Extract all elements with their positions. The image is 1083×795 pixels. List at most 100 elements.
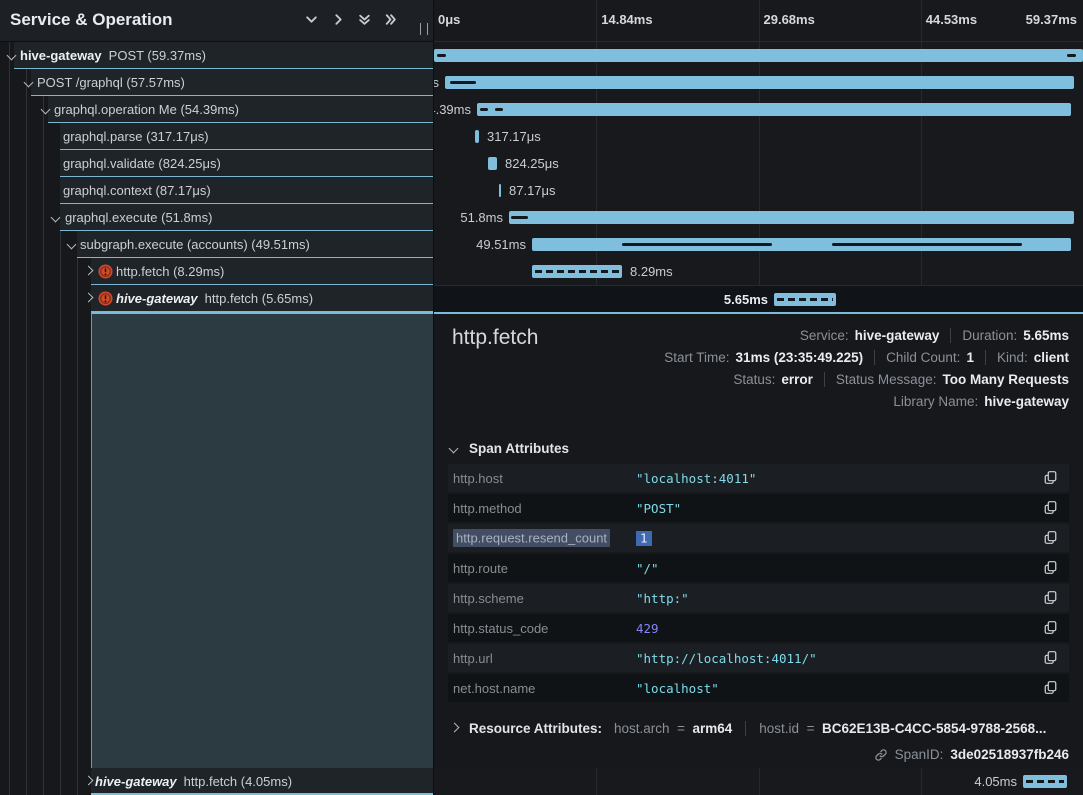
duration-bar[interactable]: [774, 293, 836, 306]
chevron-icon[interactable]: [25, 78, 35, 88]
error-icon: [98, 291, 113, 306]
attribute-row[interactable]: http.method "POST": [448, 494, 1069, 522]
attribute-row[interactable]: net.host.name "localhost": [448, 674, 1069, 702]
timeline-row[interactable]: 51.8ms: [434, 204, 1083, 231]
duration-bar[interactable]: [434, 49, 1083, 62]
copy-icon[interactable]: [1041, 590, 1059, 606]
panel-resize-handle[interactable]: [420, 23, 428, 35]
attribute-key: net.host.name: [453, 681, 636, 696]
tree-row[interactable]: graphql.validate (824.25μs): [0, 150, 434, 177]
child-span-mark: [832, 243, 1022, 246]
duration-bar[interactable]: [477, 103, 1071, 116]
tree-row[interactable]: graphql.execute (51.8ms): [0, 204, 434, 231]
link-icon[interactable]: [874, 748, 888, 762]
span-label: graphql.execute (51.8ms): [65, 210, 212, 225]
duration-bar[interactable]: [509, 211, 1074, 224]
copy-icon[interactable]: [1041, 650, 1059, 666]
timeline-rows: 57.57ms 54.39ms 317.17μs 824.25μs 87.17μ…: [434, 42, 1083, 312]
span-id-value: 3de02518937fb246: [950, 747, 1069, 762]
timeline-row[interactable]: 8.29ms: [434, 258, 1083, 285]
duration-bar[interactable]: [532, 265, 622, 278]
tree-row[interactable]: http.fetch (8.29ms): [0, 258, 434, 285]
chevron-icon[interactable]: [84, 294, 94, 304]
duration-label: 8.29ms: [630, 264, 673, 279]
timeline-row[interactable]: 317.17μs: [434, 123, 1083, 150]
chevron-icon[interactable]: [42, 105, 52, 115]
child-span-mark: [495, 108, 503, 111]
timeline-row[interactable]: 57.57ms: [434, 69, 1083, 96]
duration-bar[interactable]: [475, 130, 479, 143]
duration-bar[interactable]: [445, 76, 1074, 89]
tree-row[interactable]: hive-gatewayhttp.fetch (5.65ms): [0, 285, 434, 312]
tree-row[interactable]: subgraph.execute (accounts) (49.51ms): [0, 231, 434, 258]
service-name: hive-gateway: [116, 291, 198, 306]
chevron-icon[interactable]: [8, 51, 18, 61]
timeline-row[interactable]: 5.65ms: [434, 285, 1083, 312]
tree-row[interactable]: hive-gatewayPOST (59.37ms): [0, 42, 434, 69]
duration-label: 51.8ms: [460, 210, 503, 225]
chevron-icon[interactable]: [52, 213, 62, 223]
span-label: hive-gatewayhttp.fetch (4.05ms): [95, 774, 292, 789]
expand-all-icon[interactable]: [381, 13, 399, 29]
resource-attribute: host.arch = arm64: [614, 721, 732, 736]
attribute-row[interactable]: http.route "/": [448, 554, 1069, 582]
timeline-row[interactable]: 4.05ms: [434, 768, 1083, 795]
copy-icon[interactable]: [1041, 560, 1059, 576]
tree-row[interactable]: POST /graphql (57.57ms): [0, 69, 434, 96]
operation-name: http.fetch (8.29ms): [116, 264, 224, 279]
meta-item: Status Message: Too Many Requests: [824, 372, 1069, 387]
meta-label: Start Time:: [664, 350, 729, 365]
tree-row[interactable]: hive-gatewayhttp.fetch (4.05ms): [0, 768, 434, 795]
ruler-tick: 59.37ms: [1026, 12, 1077, 27]
duration-bar[interactable]: [499, 184, 501, 197]
chevron-down-icon: [450, 444, 460, 454]
duration-bar[interactable]: [488, 157, 497, 170]
panel-divider[interactable]: [433, 0, 434, 795]
attribute-row[interactable]: http.request.resend_count 1: [448, 524, 1069, 552]
copy-icon[interactable]: [1041, 500, 1059, 516]
copy-icon[interactable]: [1041, 530, 1059, 546]
span-attributes-table: http.host "localhost:4011" http.method "…: [448, 464, 1069, 704]
span-id-label: SpanID:: [895, 747, 944, 762]
timeline-row[interactable]: 824.25μs: [434, 150, 1083, 177]
duration-label: 57.57ms: [434, 75, 439, 90]
copy-icon[interactable]: [1041, 470, 1059, 486]
meta-item: Kind: client: [985, 350, 1069, 365]
attribute-row[interactable]: http.url "http://localhost:4011/": [448, 644, 1069, 672]
tree-row[interactable]: graphql.parse (317.17μs): [0, 123, 434, 150]
attribute-value: 1: [636, 531, 1041, 546]
duration-bar[interactable]: [532, 238, 1071, 251]
chevron-icon[interactable]: [68, 240, 78, 250]
tree-row[interactable]: graphql.operation Me (54.39ms): [0, 96, 434, 123]
duration-label: 4.05ms: [974, 774, 1017, 789]
meta-line: Status: error Status Message: Too Many R…: [664, 368, 1069, 390]
attribute-key: http.route: [453, 561, 636, 576]
meta-label: Status:: [733, 372, 775, 387]
copy-icon[interactable]: [1041, 680, 1059, 696]
chevron-icon[interactable]: [84, 777, 94, 787]
attribute-row[interactable]: http.status_code 429: [448, 614, 1069, 642]
chevron-icon[interactable]: [84, 267, 94, 277]
timeline-row[interactable]: 49.51ms: [434, 231, 1083, 258]
expand-one-icon[interactable]: [329, 13, 347, 29]
timeline-row[interactable]: 87.17μs: [434, 177, 1083, 204]
collapse-all-icon[interactable]: [355, 13, 373, 29]
duration-bar[interactable]: [1023, 775, 1067, 788]
span-attributes-header[interactable]: Span Attributes: [450, 441, 569, 456]
copy-icon[interactable]: [1041, 620, 1059, 636]
meta-value: error: [781, 372, 813, 387]
resource-attributes-row[interactable]: Resource Attributes: host.arch = arm64 h…: [450, 717, 1069, 739]
timeline-row[interactable]: 54.39ms: [434, 96, 1083, 123]
error-icon: [98, 264, 113, 279]
collapse-one-icon[interactable]: [302, 13, 320, 29]
meta-label: Library Name:: [893, 394, 978, 409]
attribute-value: "/": [636, 561, 1041, 576]
duration-label: 87.17μs: [509, 183, 556, 198]
attribute-row[interactable]: http.scheme "http:": [448, 584, 1069, 612]
timeline-row[interactable]: [434, 42, 1083, 69]
service-name: hive-gateway: [95, 774, 177, 789]
span-meta: Service: hive-gateway Duration: 5.65ms S…: [664, 324, 1069, 412]
tree-header-title: Service & Operation: [10, 10, 173, 30]
attribute-row[interactable]: http.host "localhost:4011": [448, 464, 1069, 492]
tree-row[interactable]: graphql.context (87.17μs): [0, 177, 434, 204]
